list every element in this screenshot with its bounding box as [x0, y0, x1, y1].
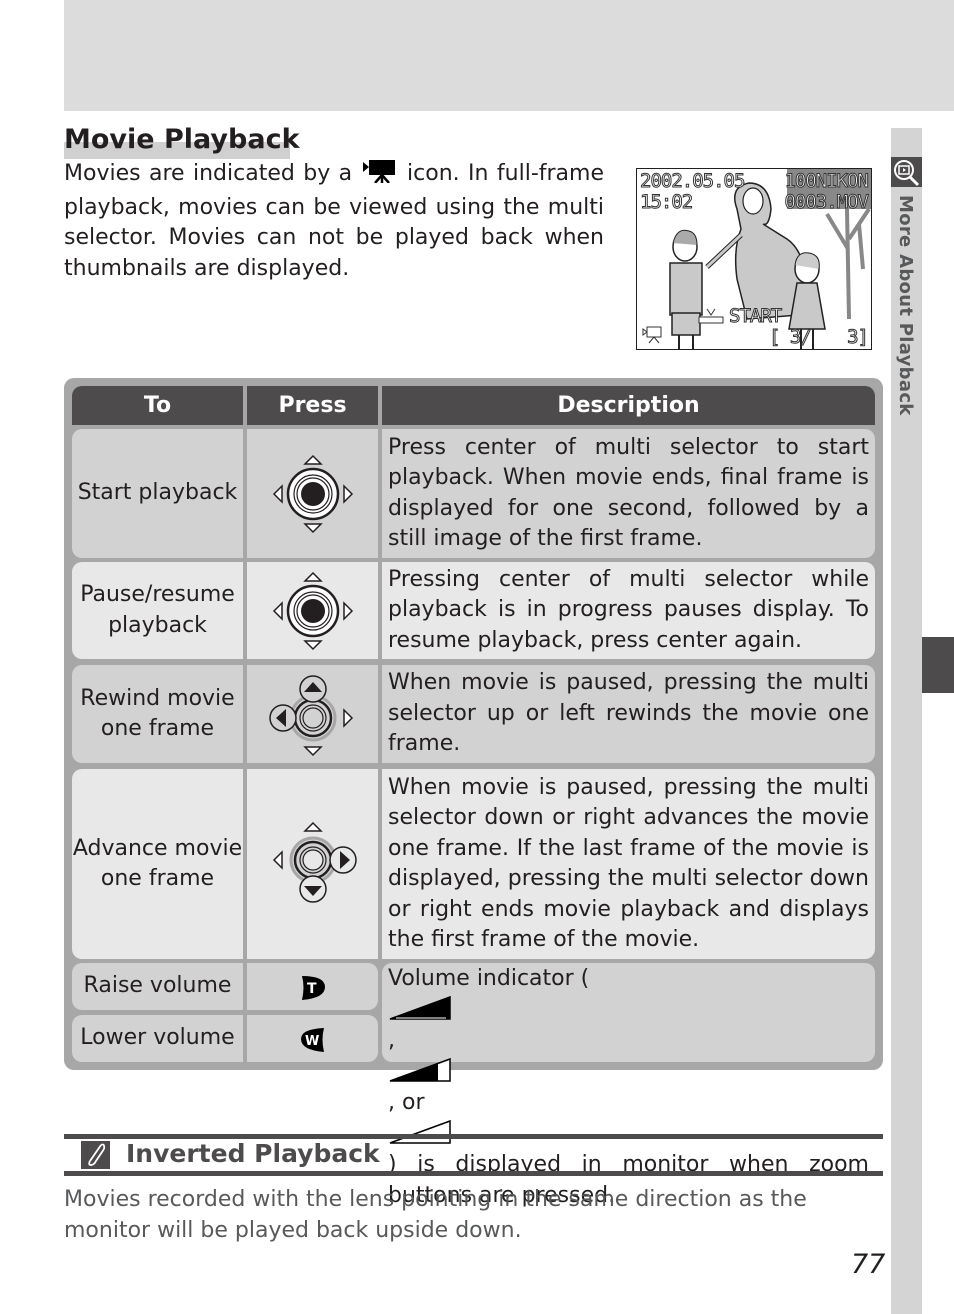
- volume-mute-icon: [389, 1119, 451, 1144]
- note-title: Inverted Playback: [126, 1139, 380, 1168]
- playback-controls-table: To Press Description Start playback Pres…: [64, 378, 883, 1208]
- row-pause-resume-press: [247, 562, 378, 659]
- volume-medium-icon: [389, 1057, 451, 1082]
- row-raise-volume-press: T: [247, 963, 378, 1010]
- chapter-tab: [922, 637, 954, 693]
- header-description: Description: [382, 386, 875, 425]
- row-lower-volume-to: Lower volume: [72, 1015, 243, 1062]
- row-pause-resume-description: Pressing center of multi selector while …: [382, 562, 875, 659]
- preview-date: 2002.05.05: [639, 170, 745, 192]
- pencil-note-icon: [81, 1141, 110, 1169]
- intro-paragraph: Movies are indicated by a icon. In full-…: [64, 159, 605, 281]
- multi-selector-center-icon: [272, 571, 353, 650]
- row-lower-volume-press: W: [247, 1015, 378, 1062]
- playback-magnifier-icon: [891, 157, 922, 187]
- movie-camera-icon: [362, 159, 397, 193]
- row-advance-description: When movie is paused, pressing the multi…: [382, 769, 875, 959]
- multi-selector-center-icon: [272, 454, 353, 533]
- section-label: More About Playback: [895, 195, 916, 416]
- preview-start-label: START: [728, 305, 782, 327]
- row-rewind-description: When movie is paused, pressing the multi…: [382, 665, 875, 763]
- multi-selector-up-left-icon: [268, 675, 353, 757]
- preview-folder: 100NIKON: [784, 170, 870, 192]
- row-volume-description: Volume indicator (, , or ) is displayed …: [382, 963, 875, 1208]
- preview-frame-counter: [ 3/: [769, 326, 813, 348]
- movie-mode-icon: [642, 326, 662, 344]
- row-start-playback-description: Press center of multi selector to start …: [382, 429, 875, 558]
- row-rewind-to: Rewind movie one frame: [72, 665, 243, 763]
- zoom-w-button-icon: W: [300, 1027, 324, 1052]
- svg-text:T: T: [307, 981, 317, 997]
- preview-frame-total: 3]: [847, 326, 870, 348]
- row-pause-resume-to: Pause/resume playback: [72, 562, 243, 659]
- row-advance-press: [247, 769, 378, 959]
- row-advance-to: Advance movie one frame: [72, 769, 243, 959]
- note-rule-bottom: [64, 1171, 883, 1176]
- header-to: To: [72, 386, 243, 425]
- movie-preview-screen: 2002.05.05 15:02 100NIKON 0003.MOV START…: [636, 168, 872, 350]
- row-rewind-press: [247, 665, 378, 763]
- page-number: 77: [851, 1249, 886, 1280]
- header-band: [64, 0, 954, 111]
- row-raise-volume-to: Raise volume: [72, 963, 243, 1010]
- volume-full-icon: [389, 995, 451, 1020]
- svg-text:W: W: [305, 1034, 319, 1049]
- note-body: Movies recorded with the lens pointing i…: [64, 1187, 807, 1243]
- page-title: Movie Playback: [64, 124, 300, 155]
- row-start-playback-to: Start playback: [72, 429, 243, 558]
- multi-selector-down-right-icon: [272, 821, 357, 903]
- row-start-playback-press: [247, 429, 378, 558]
- zoom-t-button-icon: T: [301, 975, 325, 1000]
- preview-time: 15:02: [639, 191, 693, 213]
- preview-filename: 0003.MOV: [784, 191, 870, 213]
- header-press: Press: [247, 386, 378, 425]
